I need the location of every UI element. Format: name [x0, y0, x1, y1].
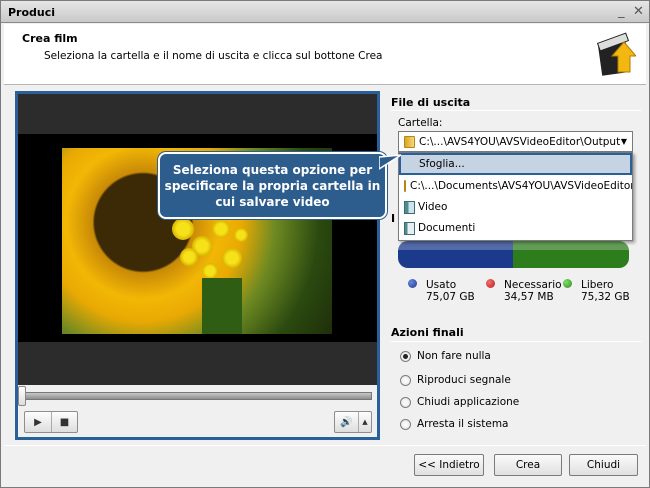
folder-dropdown-list: Sfoglia... C:\...\Documents\AVS4YOU\AVSV… [398, 152, 633, 241]
seek-thumb[interactable] [18, 386, 26, 406]
legend-used: Usato 75,07 GB [426, 279, 475, 303]
final-actions-heading: Azioni finali [391, 326, 464, 339]
page-subtitle: Seleziona la cartella e il nome di uscit… [44, 50, 383, 62]
playback-controls: ▶ ■ [24, 411, 78, 433]
window-title: Produci [8, 6, 56, 19]
legend-required: Necessario 34,57 MB [504, 279, 562, 303]
divider [391, 341, 641, 342]
film-export-icon [596, 32, 636, 76]
tooltip-callout: Seleziona questa opzione per specificare… [158, 152, 387, 219]
divider [391, 110, 641, 111]
minimize-button[interactable]: _ [618, 4, 625, 19]
close-icon[interactable]: ✕ [633, 4, 644, 19]
video-folder-icon [404, 200, 415, 214]
radio-riproduci-segnale[interactable]: Riproduci segnale [400, 374, 511, 386]
header: Crea film Seleziona la cartella e il nom… [4, 24, 646, 85]
folder-combobox[interactable]: C:\...\AVS4YOU\AVSVideoEditor\Output ▼ [398, 131, 633, 152]
disk-section-heading: I [391, 212, 396, 225]
chevron-down-icon[interactable]: ▼ [621, 137, 627, 146]
produci-dialog: Produci _ ✕ Crea film Seleziona la carte… [0, 0, 650, 488]
radio-non-fare-nulla[interactable]: Non fare nulla [400, 350, 491, 362]
option-documenti[interactable]: Documenti [399, 218, 632, 238]
disk-usage-bar [398, 241, 629, 268]
back-button[interactable]: << Indietro [414, 454, 484, 476]
footer-divider [4, 445, 646, 446]
player-top-bar [18, 94, 377, 134]
stop-button[interactable]: ■ [52, 412, 77, 432]
play-button[interactable]: ▶ [25, 412, 52, 432]
callout-pointer [379, 154, 402, 170]
volume-up-button[interactable]: ▲ [359, 412, 371, 432]
output-section-heading: File di uscita [391, 96, 471, 109]
volume-icon[interactable]: 🔊 [335, 412, 359, 432]
option-sfoglia[interactable]: Sfoglia... [399, 153, 632, 175]
folder-icon [404, 180, 406, 192]
folder-label: Cartella: [398, 117, 443, 129]
radio-arresta-sistema[interactable]: Arresta il sistema [400, 418, 509, 430]
required-dot-icon [486, 279, 495, 288]
free-dot-icon [563, 279, 572, 288]
folder-icon [404, 135, 415, 148]
option-output-folder[interactable]: C:\...\Documents\AVS4YOU\AVSVideoEditor\… [399, 176, 632, 196]
video-preview-player: ▶ ■ 🔊 ▲ [15, 91, 380, 440]
used-dot-icon [408, 279, 417, 288]
radio-chiudi-applicazione[interactable]: Chiudi applicazione [400, 396, 519, 408]
player-bottom-bar [18, 342, 377, 385]
documents-icon [404, 221, 415, 235]
option-video[interactable]: Video [399, 197, 632, 217]
legend-free: Libero 75,32 GB [581, 279, 630, 303]
seek-bar[interactable] [22, 392, 372, 400]
create-button[interactable]: Crea [494, 454, 562, 476]
folder-value: C:\...\AVS4YOU\AVSVideoEditor\Output [419, 135, 621, 148]
volume-controls: 🔊 ▲ [334, 411, 372, 433]
close-button[interactable]: Chiudi [569, 454, 638, 476]
page-title: Crea film [22, 32, 78, 45]
title-bar: Produci _ ✕ [1, 1, 649, 23]
